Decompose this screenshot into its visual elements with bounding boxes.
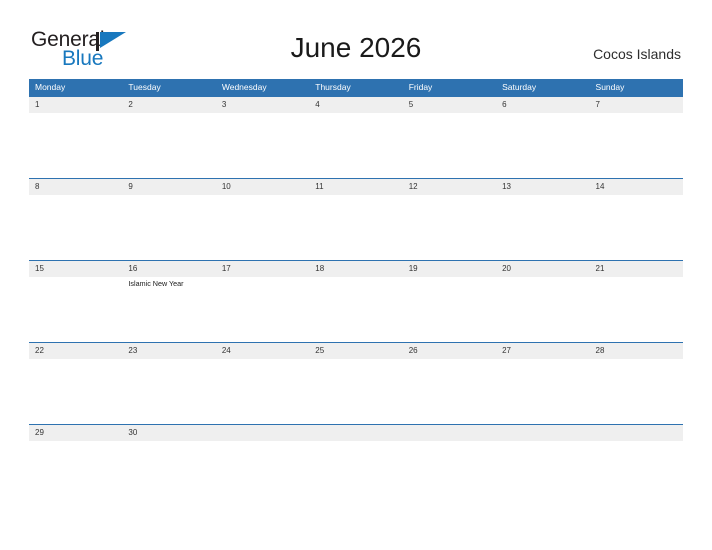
date-number[interactable]: 21	[590, 261, 683, 277]
day-cell[interactable]	[309, 113, 402, 178]
week-event-area	[29, 195, 683, 260]
date-number[interactable]: 2	[122, 97, 215, 113]
week-event-area: Islamic New Year	[29, 277, 683, 342]
date-number[interactable]: 23	[122, 343, 215, 359]
week-date-strip: 22 23 24 25 26 27 28	[29, 343, 683, 359]
date-number[interactable]: 3	[216, 97, 309, 113]
day-cell[interactable]	[216, 359, 309, 424]
day-cell[interactable]	[29, 277, 122, 342]
event-label: Islamic New Year	[128, 279, 184, 288]
date-number	[403, 425, 496, 441]
day-cell[interactable]	[216, 277, 309, 342]
date-number[interactable]: 25	[309, 343, 402, 359]
weekday-header-saturday: Saturday	[502, 82, 537, 92]
day-cell[interactable]	[403, 195, 496, 260]
day-cell[interactable]	[29, 359, 122, 424]
week-row: 1 2 3 4 5 6 7	[29, 96, 683, 178]
day-cell[interactable]	[403, 113, 496, 178]
date-number[interactable]: 1	[29, 97, 122, 113]
date-number[interactable]: 15	[29, 261, 122, 277]
week-date-strip: 8 9 10 11 12 13 14	[29, 179, 683, 195]
date-number[interactable]: 8	[29, 179, 122, 195]
day-cell[interactable]	[403, 359, 496, 424]
weekday-header-sunday: Sunday	[595, 82, 625, 92]
week-row: 29 30	[29, 424, 683, 449]
date-number[interactable]: 6	[496, 97, 589, 113]
day-cell	[216, 441, 309, 449]
week-date-strip: 29 30	[29, 425, 683, 441]
day-cell[interactable]	[122, 195, 215, 260]
day-cell	[590, 441, 683, 449]
date-number[interactable]: 20	[496, 261, 589, 277]
weekday-header-row: Monday Tuesday Wednesday Thursday Friday…	[29, 79, 683, 96]
date-number[interactable]: 16	[122, 261, 215, 277]
day-cell	[403, 441, 496, 449]
day-cell	[496, 441, 589, 449]
weekday-header-monday: Monday	[35, 82, 66, 92]
date-number[interactable]: 24	[216, 343, 309, 359]
date-number[interactable]: 18	[309, 261, 402, 277]
day-cell[interactable]	[29, 195, 122, 260]
day-cell[interactable]	[122, 113, 215, 178]
date-number[interactable]: 5	[403, 97, 496, 113]
date-number[interactable]: 7	[590, 97, 683, 113]
week-event-area	[29, 441, 683, 449]
day-cell[interactable]	[309, 195, 402, 260]
day-cell[interactable]	[216, 113, 309, 178]
day-cell[interactable]	[309, 277, 402, 342]
page-header: General Blue June 2026 Cocos Islands	[0, 0, 712, 78]
date-number[interactable]: 22	[29, 343, 122, 359]
weekday-header-thursday: Thursday	[315, 82, 351, 92]
date-number[interactable]: 9	[122, 179, 215, 195]
week-event-area	[29, 113, 683, 178]
day-cell[interactable]: Islamic New Year	[122, 277, 215, 342]
week-row: 22 23 24 25 26 27 28	[29, 342, 683, 424]
date-number[interactable]: 13	[496, 179, 589, 195]
date-number[interactable]: 28	[590, 343, 683, 359]
date-number	[590, 425, 683, 441]
date-number[interactable]: 14	[590, 179, 683, 195]
day-cell[interactable]	[29, 113, 122, 178]
day-cell[interactable]	[29, 441, 122, 449]
date-number	[216, 425, 309, 441]
calendar-grid: Monday Tuesday Wednesday Thursday Friday…	[29, 79, 683, 449]
day-cell[interactable]	[590, 195, 683, 260]
day-cell	[309, 441, 402, 449]
week-event-area	[29, 359, 683, 424]
weekday-header-wednesday: Wednesday	[221, 82, 267, 92]
date-number[interactable]: 10	[216, 179, 309, 195]
date-number[interactable]: 27	[496, 343, 589, 359]
date-number	[496, 425, 589, 441]
date-number[interactable]: 30	[122, 425, 215, 441]
day-cell[interactable]	[590, 113, 683, 178]
day-cell[interactable]	[496, 277, 589, 342]
week-date-strip: 15 16 17 18 19 20 21	[29, 261, 683, 277]
day-cell[interactable]	[216, 195, 309, 260]
date-number[interactable]: 19	[403, 261, 496, 277]
day-cell[interactable]	[122, 441, 215, 449]
day-cell[interactable]	[496, 359, 589, 424]
day-cell[interactable]	[496, 195, 589, 260]
week-row: 8 9 10 11 12 13 14	[29, 178, 683, 260]
date-number[interactable]: 26	[403, 343, 496, 359]
date-number[interactable]: 12	[403, 179, 496, 195]
region-label: Cocos Islands	[593, 46, 681, 62]
date-number[interactable]: 4	[309, 97, 402, 113]
day-cell[interactable]	[309, 359, 402, 424]
date-number[interactable]: 11	[309, 179, 402, 195]
date-number[interactable]: 17	[216, 261, 309, 277]
date-number[interactable]: 29	[29, 425, 122, 441]
weekday-header-friday: Friday	[408, 82, 433, 92]
date-number	[309, 425, 402, 441]
day-cell[interactable]	[122, 359, 215, 424]
week-row: 15 16 17 18 19 20 21 Islamic New Year	[29, 260, 683, 342]
day-cell[interactable]	[590, 277, 683, 342]
day-cell[interactable]	[590, 359, 683, 424]
day-cell[interactable]	[403, 277, 496, 342]
week-date-strip: 1 2 3 4 5 6 7	[29, 97, 683, 113]
day-cell[interactable]	[496, 113, 589, 178]
weekday-header-tuesday: Tuesday	[128, 82, 161, 92]
